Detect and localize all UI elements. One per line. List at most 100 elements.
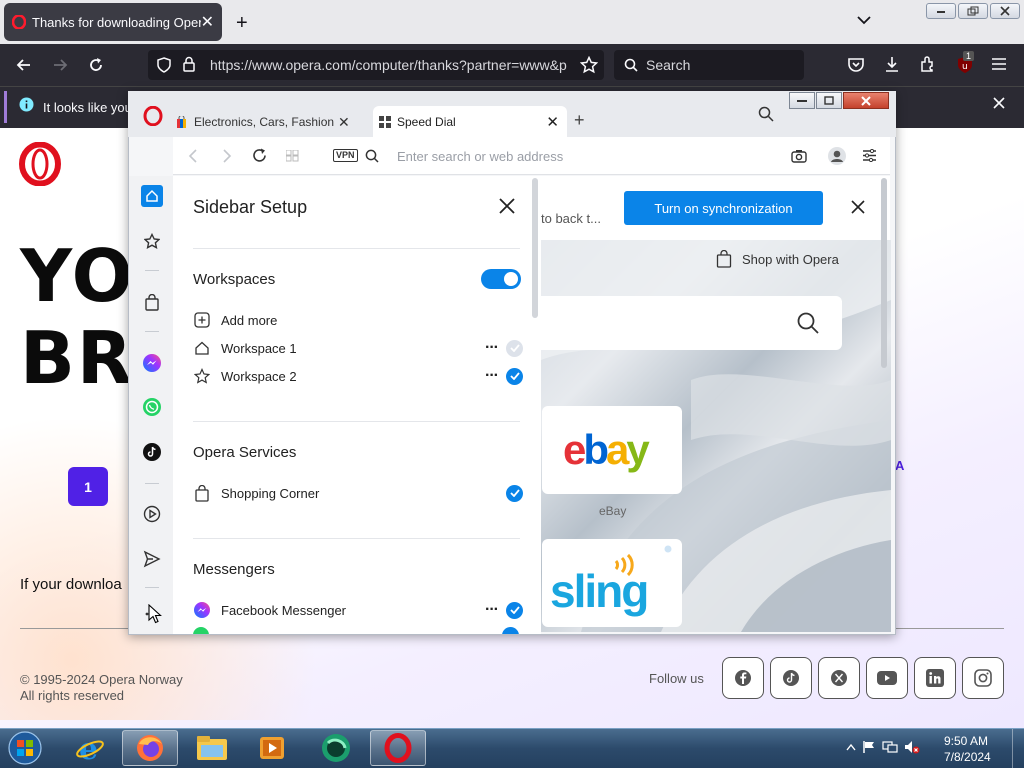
opera-reload-icon[interactable] [252, 148, 267, 163]
taskbar-opera-icon[interactable] [370, 730, 426, 766]
more-options-icon[interactable]: ··· [485, 339, 499, 357]
search-tabs-icon[interactable] [758, 106, 774, 122]
back-icon[interactable] [16, 57, 32, 73]
action-center-flag-icon[interactable] [862, 740, 876, 754]
snapshot-camera-icon[interactable] [791, 149, 807, 163]
workspaces-section-title: Workspaces [193, 271, 276, 288]
tracking-protection-icon[interactable] [156, 57, 172, 73]
minimize-button[interactable] [926, 3, 956, 19]
tiktok-icon[interactable] [770, 657, 812, 699]
menu-hamburger-icon[interactable] [991, 57, 1007, 71]
opera-tab-label: Electronics, Cars, Fashion, C [194, 115, 334, 129]
speed-dial-tile-ebay[interactable]: ebay [542, 406, 682, 494]
taskbar-ie-icon[interactable]: e [62, 730, 118, 766]
vpn-badge[interactable]: VPN [333, 149, 358, 162]
taskbar-green-app-icon[interactable] [308, 730, 364, 766]
sidebar-setup-close-icon[interactable] [497, 196, 517, 216]
network-icon[interactable] [882, 740, 898, 754]
youtube-icon[interactable] [866, 657, 908, 699]
more-options-icon[interactable]: ··· [485, 601, 499, 619]
reload-icon[interactable] [88, 57, 104, 73]
start-button[interactable] [4, 729, 46, 767]
list-all-tabs-icon[interactable] [856, 12, 872, 28]
extensions-icon[interactable] [919, 55, 937, 73]
workspace-checkbox[interactable] [506, 367, 523, 385]
profile-avatar-icon[interactable] [827, 146, 847, 166]
easy-setup-icon[interactable] [862, 149, 877, 162]
address-input[interactable]: Enter search or web address [397, 149, 563, 164]
facebook-icon[interactable] [722, 657, 764, 699]
restore-button[interactable] [958, 3, 988, 19]
speed-dial-search-icon[interactable] [796, 311, 820, 335]
opera-new-tab-button[interactable]: + [574, 110, 585, 131]
tray-expand-icon[interactable] [846, 743, 856, 751]
opera-logo-icon[interactable] [18, 142, 62, 186]
speed-dial-tile-sling[interactable]: sling [542, 539, 682, 627]
setup-scrollbar[interactable] [532, 178, 538, 318]
notification-close-icon[interactable] [993, 97, 1005, 109]
downloads-icon[interactable] [883, 55, 901, 73]
url-bar[interactable]: https://www.opera.com/computer/thanks?pa… [148, 50, 604, 80]
sidebar-setup-title: Sidebar Setup [193, 197, 308, 217]
lock-icon[interactable] [182, 56, 196, 72]
pocket-icon[interactable] [847, 56, 865, 74]
sidebar-tiktok-icon[interactable] [141, 441, 163, 463]
opera-menu-icon[interactable] [143, 106, 163, 126]
opera-tab-close-icon[interactable]: ✕ [338, 114, 350, 131]
workspace-row[interactable]: Workspace 2 ··· [193, 366, 523, 386]
sidebar-workspace1-icon[interactable] [141, 185, 163, 207]
add-more-workspace[interactable]: Add more [193, 310, 523, 330]
search-placeholder: Search [646, 57, 691, 73]
bookmark-star-icon[interactable] [580, 56, 598, 74]
shop-with-opera-button[interactable]: Shop with Opera [716, 240, 868, 278]
forward-icon[interactable] [52, 57, 68, 73]
clock-time[interactable]: 9:50 AM [944, 734, 988, 748]
sync-banner-close-icon[interactable] [851, 200, 865, 214]
tab-close-icon[interactable]: ✕ [201, 12, 214, 32]
opera-tiles-icon[interactable] [286, 150, 299, 162]
speed-dial-scrollbar[interactable] [881, 178, 887, 368]
linkedin-icon[interactable] [914, 657, 956, 699]
opera-tab-ebay[interactable]: Electronics, Cars, Fashion, C ✕ [176, 108, 368, 136]
add-more-label: Add more [221, 312, 278, 328]
x-icon[interactable] [818, 657, 860, 699]
step-number-badge: 1 [68, 467, 108, 506]
close-window-button[interactable] [990, 3, 1020, 19]
taskbar-explorer-icon[interactable] [184, 730, 240, 766]
sidebar-messenger-icon[interactable] [141, 352, 163, 374]
workspace-row[interactable]: Workspace 1 ··· [193, 338, 523, 358]
opera-back-icon[interactable] [187, 149, 199, 163]
ebay-logo-icon: ebay [563, 426, 653, 473]
more-options-icon[interactable]: ··· [485, 367, 499, 385]
workspace-checkbox[interactable] [506, 339, 523, 357]
taskbar-firefox-icon[interactable] [122, 730, 178, 766]
search-input[interactable]: Search [614, 50, 804, 80]
messenger-row[interactable]: Facebook Messenger ··· [193, 600, 523, 620]
volume-muted-icon[interactable] [904, 740, 920, 754]
sidebar-separator [145, 587, 159, 588]
new-tab-button[interactable]: + [236, 12, 248, 35]
messenger-checkbox[interactable] [506, 601, 523, 619]
opera-maximize-button[interactable] [816, 92, 842, 109]
clock-date[interactable]: 7/8/2024 [944, 750, 991, 764]
sling-logo-icon: sling [550, 545, 672, 617]
taskbar-media-player-icon[interactable] [244, 730, 300, 766]
service-checkbox[interactable] [506, 484, 523, 502]
sidebar-whatsapp-icon[interactable] [141, 396, 163, 418]
sidebar-workspace2-icon[interactable] [141, 230, 163, 252]
opera-close-button[interactable] [843, 92, 889, 109]
workspaces-toggle[interactable] [481, 269, 521, 289]
opera-tab-close-icon[interactable]: ✕ [546, 113, 559, 131]
ublock-origin-icon[interactable]: u 1 [955, 51, 975, 75]
sidebar-shopping-icon[interactable] [141, 291, 163, 313]
opera-forward-icon[interactable] [221, 149, 233, 163]
sidebar-player-icon[interactable] [141, 503, 163, 525]
turn-on-sync-button[interactable]: Turn on synchronization [624, 191, 823, 225]
opera-tab-speed-dial[interactable]: Speed Dial ✕ [373, 106, 567, 137]
opera-minimize-button[interactable] [789, 92, 815, 109]
firefox-tab-active[interactable]: Thanks for downloading Opera ✕ [4, 3, 222, 41]
show-desktop-button[interactable] [1012, 729, 1024, 768]
sidebar-send-icon[interactable] [141, 548, 163, 570]
instagram-icon[interactable] [962, 657, 1004, 699]
service-row[interactable]: Shopping Corner [193, 483, 523, 503]
